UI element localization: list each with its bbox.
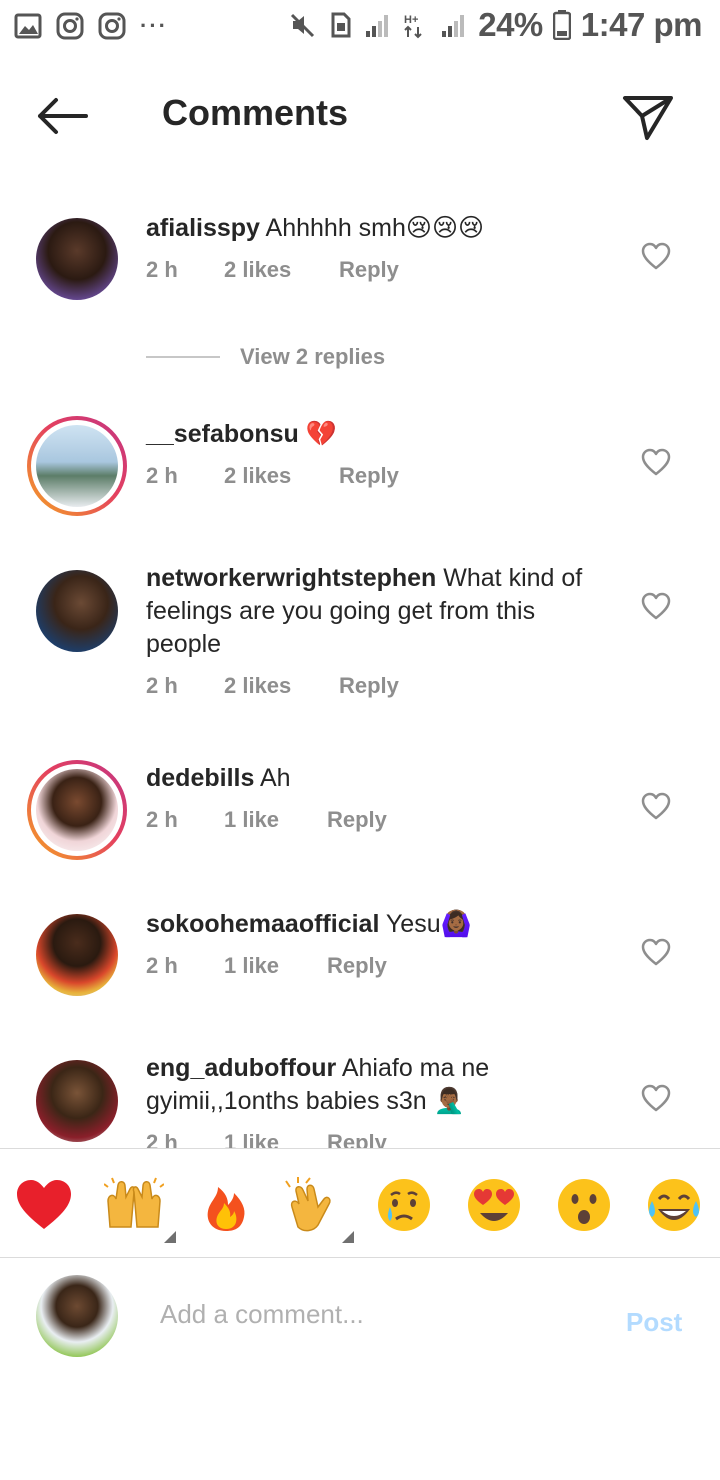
heart-icon[interactable]: [641, 1084, 671, 1112]
avatar[interactable]: [36, 570, 118, 652]
avatar[interactable]: [36, 1060, 118, 1142]
comment-likes[interactable]: 2 likes: [224, 463, 339, 489]
back-arrow-icon[interactable]: [34, 94, 90, 138]
avatar[interactable]: [36, 914, 118, 996]
reply-button[interactable]: Reply: [327, 953, 387, 979]
emoji-bar: [0, 1148, 720, 1258]
comment-text: sokoohemaaofficial Yesu🙆🏾‍♀️: [146, 908, 616, 941]
status-bar: ··· H+ 24% 1:47 pm: [0, 0, 720, 56]
comment-time: 2 h: [146, 953, 178, 978]
current-user-avatar: [36, 1275, 118, 1357]
comment-meta: 2 h 2 likes Reply: [146, 463, 616, 489]
instagram-icon: [56, 12, 84, 40]
comment-likes[interactable]: 2 likes: [224, 673, 339, 699]
reply-button[interactable]: Reply: [327, 807, 387, 833]
svg-text:H+: H+: [404, 14, 418, 26]
comment-time: 2 h: [146, 257, 178, 282]
comments-list[interactable]: afialisspy Ahhhhh smh😢😢😢 2 h 2 likes Rep…: [0, 176, 720, 1148]
battery-icon: [552, 10, 571, 40]
replies-divider: [146, 356, 220, 358]
gallery-icon: [14, 13, 42, 39]
comment-text: __sefabonsu 💔: [146, 418, 616, 451]
comment-text: networkerwrightstephen What kind of feel…: [146, 562, 616, 661]
comment-likes[interactable]: 1 like: [224, 953, 327, 979]
signal-icon: [366, 15, 389, 37]
sim-icon: [331, 12, 351, 38]
view-replies[interactable]: View 2 replies: [146, 344, 385, 370]
emoji-heart-eyes-button[interactable]: [464, 1177, 524, 1233]
avatar[interactable]: [36, 218, 118, 300]
comment-time: 2 h: [146, 807, 178, 832]
add-comment-input[interactable]: [160, 1289, 580, 1339]
comment-text: eng_aduboffour Ahiafo ma ne gyimii,,1ont…: [146, 1052, 616, 1118]
comment-time: 2 h: [146, 1130, 178, 1148]
emoji-crying-face-button[interactable]: [374, 1177, 434, 1233]
comment-time: 2 h: [146, 673, 178, 698]
comment-likes[interactable]: 2 likes: [224, 257, 339, 283]
comment-username[interactable]: afialisspy: [146, 214, 260, 242]
emoji-surprised-face-button[interactable]: [554, 1177, 614, 1233]
comment-text: dedebills Ah: [146, 762, 616, 795]
signal-icon: [442, 15, 465, 37]
status-right-icons: H+ 24% 1:47 pm: [288, 6, 703, 44]
emoji-fire-button[interactable]: [196, 1177, 256, 1233]
avatar[interactable]: [27, 416, 127, 516]
comment-meta: 2 h 2 likes Reply: [146, 673, 616, 699]
skin-tone-indicator-icon: [164, 1231, 176, 1243]
status-left-icons: ···: [14, 12, 168, 40]
comment-username[interactable]: eng_aduboffour: [146, 1054, 336, 1082]
header: Comments: [0, 72, 720, 160]
reply-button[interactable]: Reply: [339, 257, 399, 283]
comment-time: 2 h: [146, 463, 178, 488]
network-hplus-icon: H+: [404, 14, 422, 39]
comment-body: 💔: [305, 420, 337, 448]
comment-meta: 2 h 2 likes Reply: [146, 257, 616, 283]
comment-body: Ahhhhh smh😢😢😢: [265, 214, 485, 242]
page-title: Comments: [162, 92, 349, 133]
reply-button[interactable]: Reply: [327, 1130, 387, 1148]
heart-icon[interactable]: [641, 938, 671, 966]
comment-username[interactable]: sokoohemaaofficial: [146, 910, 379, 938]
emoji-tears-of-joy-button[interactable]: [644, 1177, 704, 1233]
battery-percent: 24%: [478, 6, 543, 43]
comment-meta: 2 h 1 like Reply: [146, 1130, 616, 1148]
heart-icon[interactable]: [641, 448, 671, 476]
comment-username[interactable]: dedebills: [146, 764, 254, 792]
reply-button[interactable]: Reply: [339, 673, 399, 699]
view-replies-link[interactable]: View 2 replies: [240, 344, 385, 370]
emoji-clapping-hands-button[interactable]: [284, 1177, 344, 1233]
instagram-icon: [98, 12, 126, 40]
comment-meta: 2 h 1 like Reply: [146, 807, 616, 833]
heart-icon[interactable]: [641, 592, 671, 620]
avatar[interactable]: [27, 760, 127, 860]
emoji-raising-hands-button[interactable]: [104, 1177, 164, 1233]
heart-icon[interactable]: [641, 242, 671, 270]
emoji-heart-button[interactable]: [14, 1177, 74, 1233]
comment-meta: 2 h 1 like Reply: [146, 953, 616, 979]
comment-text: afialisspy Ahhhhh smh😢😢😢: [146, 212, 616, 245]
mute-icon: [291, 13, 315, 38]
skin-tone-indicator-icon: [342, 1231, 354, 1243]
comment-likes[interactable]: 1 like: [224, 1130, 327, 1148]
comment-body: Yesu🙆🏾‍♀️: [385, 910, 472, 938]
comment-likes[interactable]: 1 like: [224, 807, 327, 833]
clock: 1:47 pm: [580, 6, 703, 43]
more-notifications-icon: ···: [140, 13, 168, 38]
heart-icon[interactable]: [641, 792, 671, 820]
comment-composer: Post: [0, 1259, 720, 1379]
direct-send-icon[interactable]: [620, 92, 676, 144]
comment-username[interactable]: networkerwrightstephen: [146, 564, 436, 592]
comment-body: Ah: [259, 764, 291, 792]
post-button[interactable]: Post: [626, 1307, 682, 1338]
comment-username[interactable]: __sefabonsu: [146, 420, 299, 448]
reply-button[interactable]: Reply: [339, 463, 399, 489]
